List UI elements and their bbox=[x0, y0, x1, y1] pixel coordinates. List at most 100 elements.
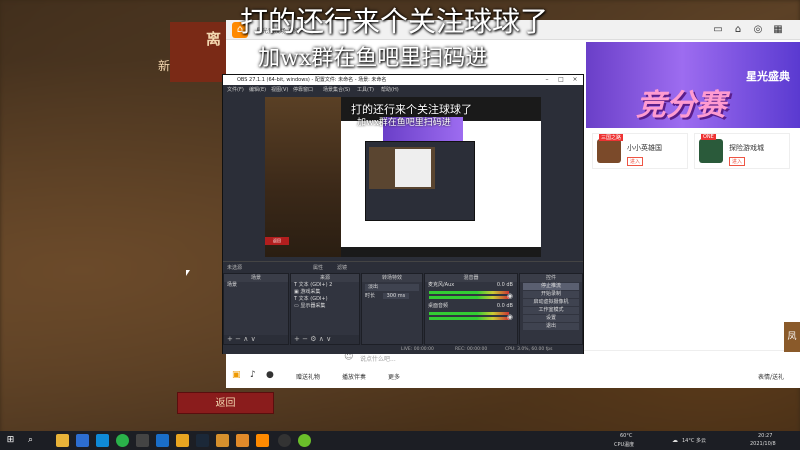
return-button[interactable]: 返回 bbox=[177, 392, 274, 414]
video-icon[interactable]: ▭ bbox=[712, 24, 724, 36]
start-recording-button[interactable]: 开始录制 bbox=[523, 291, 579, 298]
gamepad-icon[interactable]: ◎ bbox=[752, 24, 764, 36]
game-card[interactable]: 三国之路 小小英雄国 进入 bbox=[592, 133, 688, 169]
steam-icon[interactable] bbox=[196, 434, 209, 447]
search-icon[interactable]: ⌕ bbox=[24, 434, 37, 447]
obs-titlebar: OBS 27.1.1 (64-bit, windows) - 配置文件: 未命名… bbox=[223, 75, 583, 85]
folder-icon[interactable] bbox=[216, 434, 229, 447]
menu-scene-collection[interactable]: 场景集合(S) bbox=[323, 85, 350, 95]
weather-icon[interactable]: ☁ bbox=[672, 437, 678, 444]
source-item[interactable]: ▣ 游戏采集 bbox=[291, 289, 359, 296]
maximize-icon[interactable]: □ bbox=[555, 75, 567, 85]
obs-menubar: 文件(F) 编辑(E) 视图(V) 停靠窗口 场景集合(S) 工具(T) 帮助(… bbox=[223, 85, 583, 95]
overlay-text-line1: 打的还行来个关注球球了 bbox=[240, 5, 549, 38]
gift-icon[interactable]: ▣ bbox=[232, 370, 241, 380]
source-item[interactable]: ▭ 显示器采集 bbox=[291, 303, 359, 310]
preview-return-button: 返回 bbox=[265, 237, 289, 245]
weather-text[interactable]: 14°C 多云 bbox=[682, 437, 706, 444]
game-card[interactable]: ONE 探险游戏城 进入 bbox=[694, 133, 790, 169]
source-toolbar: 未选源 属性 滤镜 bbox=[223, 261, 583, 271]
settings-button[interactable]: 设置 bbox=[523, 315, 579, 322]
wechat-icon[interactable] bbox=[298, 434, 311, 447]
sources-dock: 来源 T 文本 (GDI+) 2 ▣ 游戏采集 T 文本 (GDI+) ▭ 显示… bbox=[290, 273, 360, 345]
channel-name: 麦克风/Aux bbox=[428, 282, 455, 288]
stop-streaming-button[interactable]: 停止推流 bbox=[523, 283, 579, 290]
douyu-icon[interactable] bbox=[256, 434, 269, 447]
down-icon[interactable]: ∨ bbox=[326, 335, 331, 343]
sources-header: 来源 bbox=[291, 274, 359, 282]
virtual-camera-button[interactable]: 启动虚拟摄像机 bbox=[523, 299, 579, 306]
scene-item[interactable]: 场景 bbox=[224, 282, 288, 289]
chat-input[interactable]: 说点什么吧... bbox=[360, 354, 396, 363]
scenes-footer: + − ∧ ∨ bbox=[224, 335, 288, 344]
mail-icon[interactable] bbox=[76, 434, 89, 447]
more-button[interactable]: 更多 bbox=[388, 372, 400, 381]
chrome-icon[interactable] bbox=[116, 434, 129, 447]
preview-recursive-app bbox=[395, 149, 431, 187]
emoji-gift-button[interactable]: 表情/送礼 bbox=[758, 372, 784, 381]
duration-input[interactable]: 300 ms bbox=[382, 293, 410, 299]
clock-date[interactable]: 2021/10/8 bbox=[750, 441, 776, 447]
menu-tools[interactable]: 工具(T) bbox=[357, 85, 374, 95]
add-icon[interactable]: + bbox=[294, 335, 300, 343]
mic-icon[interactable]: ● bbox=[266, 370, 274, 380]
transitions-header: 转场特效 bbox=[362, 274, 422, 282]
side-avatar[interactable]: 凤 bbox=[784, 322, 800, 352]
clock-time[interactable]: 20:27 bbox=[758, 433, 772, 439]
store-icon[interactable] bbox=[156, 434, 169, 447]
up-icon[interactable]: ∧ bbox=[243, 335, 248, 343]
up-icon[interactable]: ∧ bbox=[319, 335, 324, 343]
sources-footer: + − ⚙ ∧ ∨ bbox=[291, 335, 359, 344]
exit-button[interactable]: 退出 bbox=[523, 323, 579, 330]
remove-icon[interactable]: − bbox=[302, 335, 308, 343]
card-enter-button[interactable]: 进入 bbox=[729, 157, 746, 166]
menu-docks[interactable]: 停靠窗口 bbox=[293, 85, 313, 95]
studio-mode-button[interactable]: 工作室模式 bbox=[523, 307, 579, 314]
obs-title: OBS 27.1.1 (64-bit, windows) - 配置文件: 未命名… bbox=[237, 77, 387, 83]
start-icon[interactable]: ⊞ bbox=[4, 434, 17, 447]
menu-file[interactable]: 文件(F) bbox=[227, 85, 244, 95]
game-thumbnail bbox=[597, 139, 621, 163]
card-tag: 三国之路 bbox=[599, 134, 624, 141]
source-item[interactable]: T 文本 (GDI+) 2 bbox=[291, 282, 359, 289]
speaker-icon[interactable]: ◉ bbox=[507, 292, 513, 300]
remove-icon[interactable]: − bbox=[235, 335, 241, 343]
mixer-meter-area: ◉ bbox=[425, 289, 517, 303]
cpu-status: CPU: 3.0%, 60.00 fps bbox=[505, 347, 553, 352]
filters-button[interactable]: 滤镜 bbox=[337, 264, 347, 271]
properties-button[interactable]: 属性 bbox=[313, 264, 323, 271]
down-icon[interactable]: ∨ bbox=[251, 335, 256, 343]
preview-game-capture bbox=[265, 97, 341, 257]
source-item[interactable]: T 文本 (GDI+) bbox=[291, 296, 359, 303]
speaker-icon[interactable]: ◉ bbox=[507, 313, 513, 321]
card-enter-button[interactable]: 进入 bbox=[627, 157, 644, 166]
music-button[interactable]: 播放伴奏 bbox=[342, 372, 366, 381]
menu-edit[interactable]: 编辑(E) bbox=[249, 85, 266, 95]
game-panel-title: 离 bbox=[206, 30, 222, 48]
menu-view[interactable]: 视图(V) bbox=[271, 85, 288, 95]
transition-select[interactable]: 淡出 bbox=[365, 284, 419, 291]
add-icon[interactable]: + bbox=[227, 335, 233, 343]
duration-label: 时长 bbox=[365, 293, 376, 299]
obs-preview[interactable]: 返回 打的还行来个关注球球了 加wx群在鱼吧里扫码进 bbox=[265, 97, 541, 257]
volume-meter bbox=[429, 291, 509, 294]
close-icon[interactable]: × bbox=[569, 75, 581, 85]
game-thumbnail bbox=[699, 139, 723, 163]
minimize-icon[interactable]: – bbox=[541, 75, 553, 85]
app2-icon[interactable] bbox=[236, 434, 249, 447]
gift-button[interactable]: 赠送礼物 bbox=[296, 372, 320, 381]
banner-title: 竞分赛 bbox=[636, 88, 726, 123]
volume-meter bbox=[429, 296, 509, 299]
menu-help[interactable]: 帮助(H) bbox=[381, 85, 399, 95]
home-nav-icon[interactable]: ⌂ bbox=[732, 24, 744, 36]
edge-icon[interactable] bbox=[96, 434, 109, 447]
game-icon[interactable] bbox=[176, 434, 189, 447]
source-label: 显示器采集 bbox=[300, 303, 326, 309]
file-explorer-icon[interactable] bbox=[56, 434, 69, 447]
app-icon[interactable] bbox=[136, 434, 149, 447]
obs-icon[interactable] bbox=[278, 434, 291, 447]
mixer-meter-area: ◉ bbox=[425, 310, 517, 324]
voice-icon[interactable]: ♪ bbox=[250, 370, 256, 380]
grid-icon[interactable]: ▦ bbox=[772, 24, 784, 36]
settings-icon[interactable]: ⚙ bbox=[310, 335, 316, 343]
